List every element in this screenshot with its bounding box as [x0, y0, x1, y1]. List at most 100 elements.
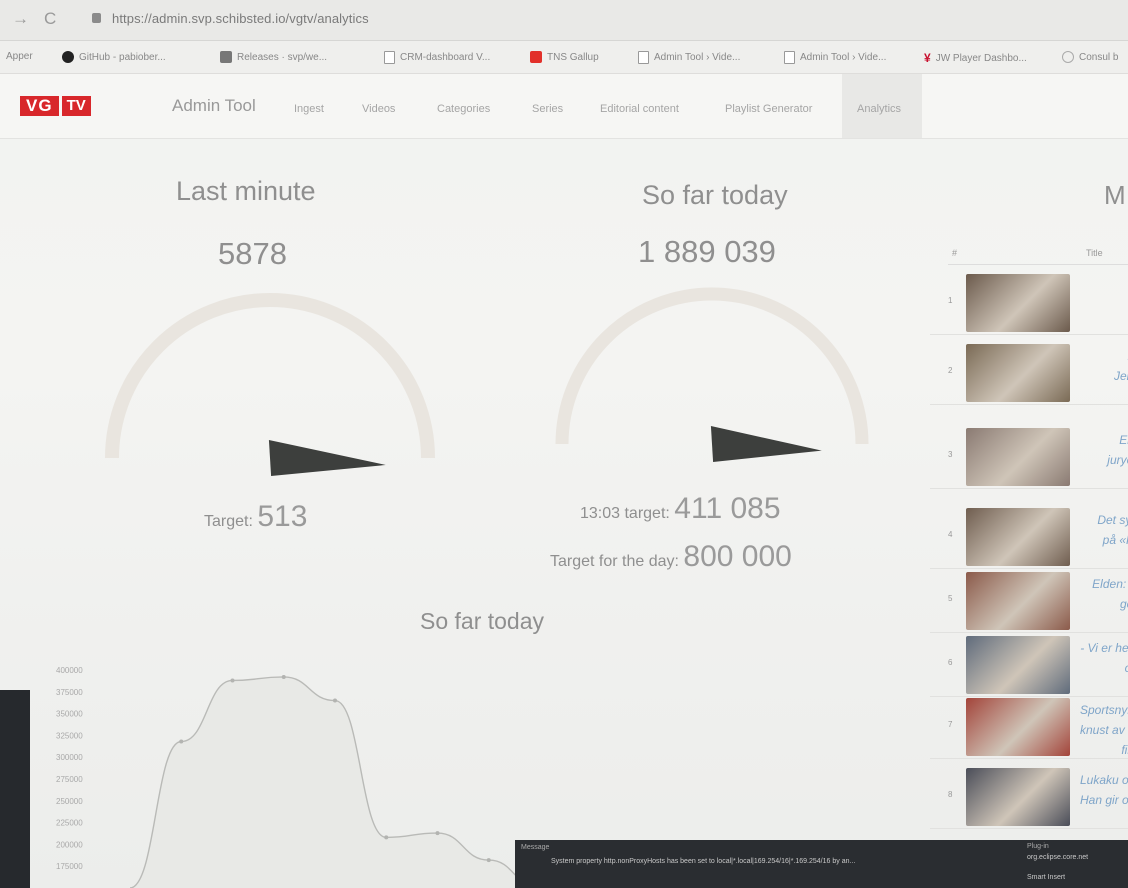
- y-tick-label: 325000: [56, 731, 83, 740]
- bookmark-jw[interactable]: ¥ JW Player Dashbo...: [924, 51, 1027, 65]
- y-tick-label: 375000: [56, 688, 83, 697]
- list-item-title[interactable]: Elden: – Vi godt f: [1080, 574, 1128, 614]
- list-item-rank: 8: [948, 790, 953, 799]
- circle-icon: [1062, 51, 1074, 63]
- list-item[interactable]: 8 Lukaku om So Han gir oss s: [930, 764, 1128, 829]
- nav-playlist-generator[interactable]: Playlist Generator: [725, 103, 812, 115]
- chart-point[interactable]: [230, 678, 235, 683]
- bookmark-github[interactable]: GitHub - pabiober...: [62, 51, 166, 63]
- y-tick-label: 200000: [56, 840, 83, 849]
- forward-icon[interactable]: →: [12, 9, 29, 29]
- bookmark-label: Apper: [6, 51, 33, 62]
- background-monitor-edge: [0, 690, 30, 888]
- last-minute-title: Last minute: [176, 176, 316, 206]
- bookmark-label: Releases · svp/we...: [237, 51, 328, 63]
- list-item[interactable]: 5 Elden: – Vi godt f: [930, 568, 1128, 633]
- chart-area-fill: [130, 676, 540, 888]
- app-title[interactable]: Admin Tool: [172, 96, 256, 116]
- address-bar: → C https://admin.svp.schibsted.io/vgtv/…: [0, 0, 1128, 41]
- today-value: 1 889 039: [638, 234, 776, 269]
- video-thumbnail[interactable]: [966, 572, 1070, 630]
- nav-categories[interactable]: Categories: [437, 103, 490, 115]
- bookmark-label: CRM-dashboard V...: [400, 52, 491, 63]
- bookmark-label: Admin Tool › Vide...: [800, 52, 887, 63]
- list-item-rank: 1: [948, 296, 953, 305]
- bookmark-admin-2[interactable]: Admin Tool › Vide...: [784, 51, 886, 64]
- video-thumbnail[interactable]: [966, 698, 1070, 756]
- list-item-title[interactable]: SE Je: [1080, 276, 1128, 316]
- bookmark-label: TNS Gallup: [547, 51, 599, 63]
- bookmark-label: GitHub - pabiober...: [79, 51, 166, 63]
- y-tick-label: 175000: [56, 862, 83, 871]
- list-item[interactable]: 7 Sportsnyhete knust av Dan finale: [930, 694, 1128, 759]
- browser-screen: → C https://admin.svp.schibsted.io/vgtv/…: [0, 0, 1128, 888]
- list-item-rank: 7: [948, 720, 953, 729]
- bookmark-admin-1[interactable]: Admin Tool › Vide...: [638, 51, 740, 64]
- list-item-title[interactable]: Her Jenser: [1080, 346, 1128, 386]
- target-value: 411 085: [674, 492, 781, 525]
- tns-icon: [530, 51, 542, 63]
- gauge-track: [555, 287, 869, 445]
- chart-point[interactable]: [435, 831, 440, 836]
- list-item-rank: 5: [948, 594, 953, 603]
- console-plugin-host: org.eclipse.core.net: [1027, 854, 1089, 861]
- today-title: So far today: [642, 180, 788, 210]
- video-thumbnail[interactable]: [966, 428, 1070, 486]
- chart-point[interactable]: [179, 739, 184, 744]
- chart-point[interactable]: [281, 674, 286, 679]
- bookmark-apps[interactable]: Apper: [6, 51, 33, 62]
- last-minute-target: Target: 513: [204, 500, 307, 534]
- app-navbar: VG TV Admin Tool Ingest Videos Categorie…: [0, 74, 1128, 139]
- list-item-title[interactable]: Lukaku om So Han gir oss s: [1080, 770, 1128, 810]
- list-item-title[interactable]: - Vi er her for og R: [1080, 638, 1128, 678]
- url-input[interactable]: https://admin.svp.schibsted.io/vgtv/anal…: [112, 11, 369, 26]
- console-label: Message: [521, 844, 550, 851]
- list-item-title[interactable]: Sportsnyhete knust av Dan finale: [1080, 700, 1128, 760]
- nav-ingest[interactable]: Ingest: [294, 103, 324, 115]
- today-gauge: [555, 287, 869, 462]
- chart-point[interactable]: [486, 858, 491, 863]
- nav-editorial-content[interactable]: Editorial content: [600, 103, 679, 115]
- most-viewed-heading: M: [1104, 180, 1126, 210]
- y-tick-label: 300000: [56, 753, 83, 762]
- vgtv-logo[interactable]: VG TV: [20, 96, 91, 116]
- nav-videos[interactable]: Videos: [362, 103, 395, 115]
- bookmark-tns[interactable]: TNS Gallup: [530, 51, 599, 63]
- list-item-rank: 2: [948, 366, 953, 375]
- list-item-title[interactable]: Elden juryen h rikt: [1080, 430, 1128, 490]
- chart-point[interactable]: [384, 835, 389, 840]
- video-thumbnail[interactable]: [966, 508, 1070, 566]
- video-thumbnail[interactable]: [966, 636, 1070, 694]
- list-item[interactable]: 3 Elden juryen h rikt: [930, 424, 1128, 489]
- nav-analytics[interactable]: Analytics: [857, 103, 901, 115]
- list-item[interactable]: 6 - Vi er her for og R: [930, 632, 1128, 697]
- video-thumbnail[interactable]: [966, 768, 1070, 826]
- bookmark-crm[interactable]: CRM-dashboard V...: [384, 51, 490, 64]
- list-item-rank: 4: [948, 530, 953, 539]
- video-thumbnail[interactable]: [966, 274, 1070, 332]
- gauge-needle: [710, 426, 822, 462]
- day-target-label: Target for the day:: [550, 553, 679, 570]
- y-tick-label: 350000: [56, 710, 83, 719]
- logo-tv: TV: [61, 96, 91, 116]
- video-thumbnail[interactable]: [966, 344, 1070, 402]
- console-message: System property http.nonProxyHosts has b…: [551, 858, 856, 865]
- day-target: Target for the day: 800 000: [550, 540, 792, 574]
- list-item[interactable]: 1 SE Je: [930, 270, 1128, 335]
- target-label: 13:03 target:: [580, 505, 670, 522]
- gauge-needle: [268, 440, 386, 476]
- list-item[interactable]: 4 Det sykes på «Fam: [930, 504, 1128, 569]
- nav-series[interactable]: Series: [532, 103, 563, 115]
- col-title[interactable]: Title: [1086, 248, 1103, 258]
- last-minute-value: 5878: [218, 236, 287, 271]
- list-item-title[interactable]: Det sykes på «Fam: [1080, 510, 1128, 550]
- bookmark-releases[interactable]: Releases · svp/we...: [220, 51, 327, 63]
- list-item[interactable]: 2 Her Jenser: [930, 340, 1128, 405]
- list-item-rank: 6: [948, 658, 953, 667]
- bookmark-consul[interactable]: Consul b: [1062, 51, 1118, 63]
- bookmark-label: Admin Tool › Vide...: [654, 52, 741, 63]
- chart-point[interactable]: [333, 698, 337, 703]
- console-insert-mode: Smart Insert: [1027, 874, 1066, 881]
- reload-icon[interactable]: C: [44, 9, 56, 29]
- logo-vg: VG: [20, 96, 59, 116]
